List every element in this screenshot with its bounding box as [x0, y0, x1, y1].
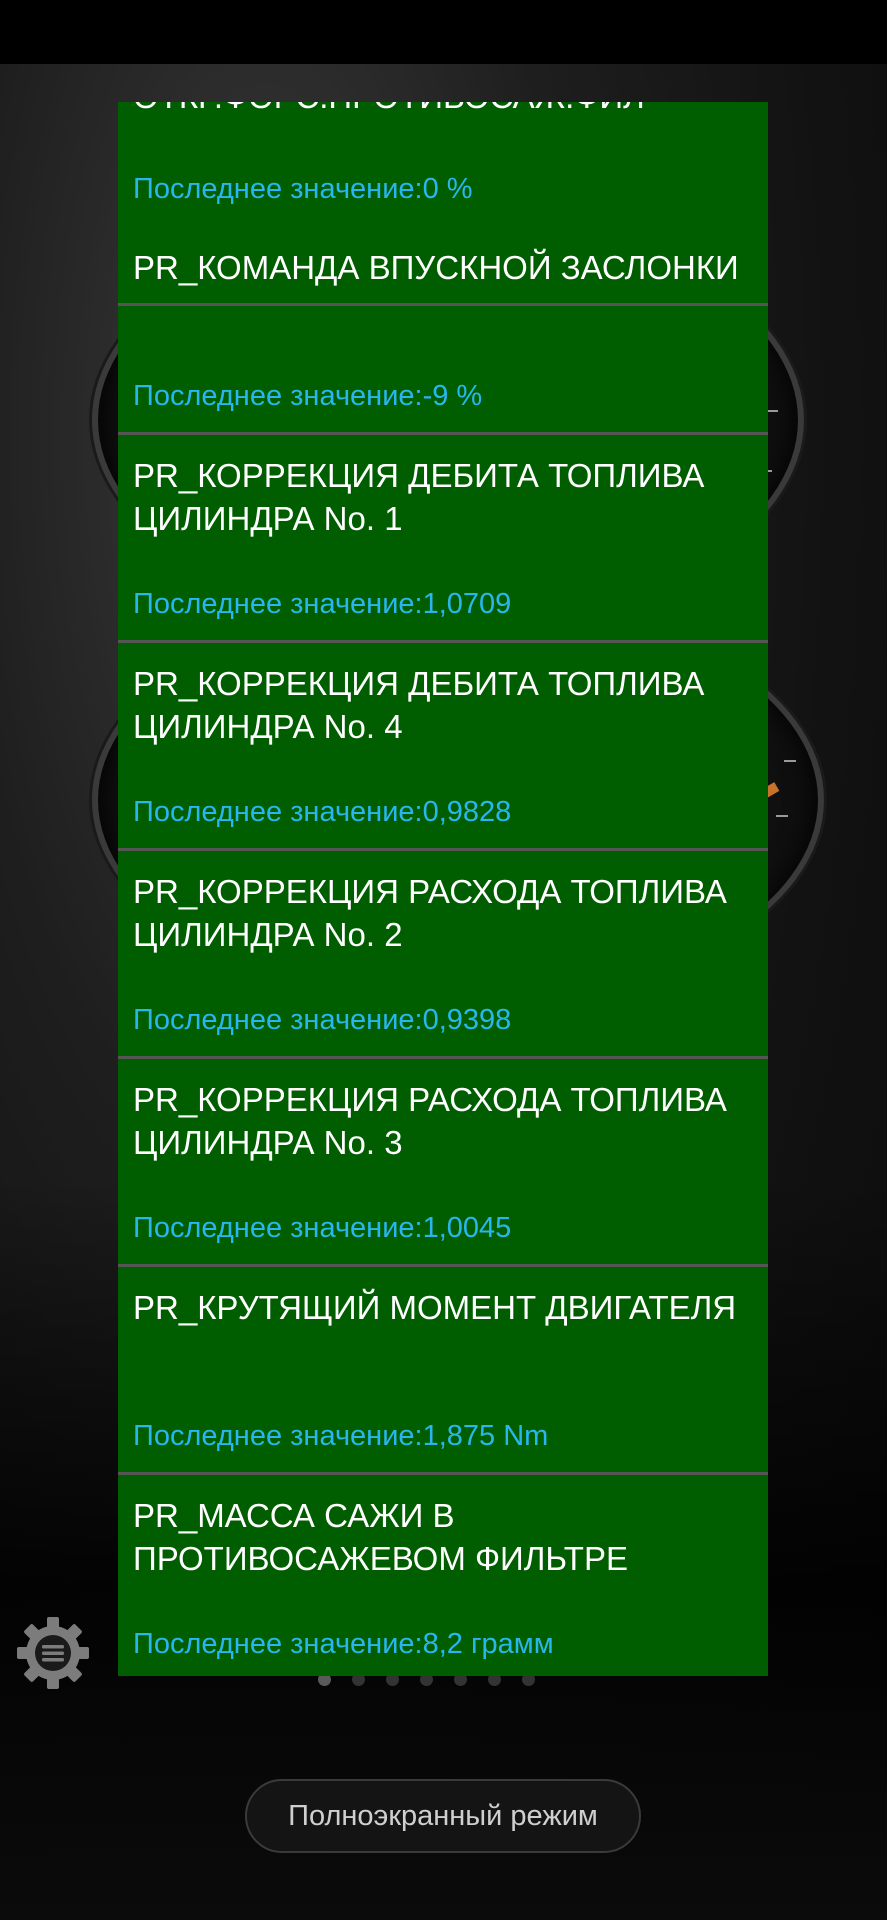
parameter-last-value: Последнее значение:1,875 Nm — [133, 1420, 549, 1452]
parameter-last-value: Последнее значение:0,9828 — [133, 796, 512, 828]
gear-menu-icon — [17, 1617, 89, 1689]
fullscreen-mode-button[interactable]: Полноэкранный режим — [245, 1779, 641, 1853]
status-bar — [0, 0, 887, 64]
parameter-last-value: Последнее значение:1,0709 — [133, 588, 512, 620]
parameter-title: PR_КОРРЕКЦИЯ ДЕБИТА ТОПЛИВА ЦИЛИНДРА No.… — [133, 457, 705, 537]
parameter-title: ОТКР.ФОРС.ПРОТИВОСАЖ.ФИЛ — [133, 102, 758, 118]
parameter-title: PR_КОРРЕКЦИЯ РАСХОДА ТОПЛИВА ЦИЛИНДРА No… — [133, 1081, 727, 1161]
list-item[interactable]: PR_КОРРЕКЦИЯ ДЕБИТА ТОПЛИВА ЦИЛИНДРА No.… — [118, 436, 768, 643]
parameter-last-value: Последнее значение:1,0045 — [133, 1212, 512, 1244]
parameter-title: PR_МАССА САЖИ В ПРОТИВОСАЖЕВОМ ФИЛЬТРЕ — [133, 1497, 628, 1577]
list-item[interactable]: PR_КОРРЕКЦИЯ РАСХОДА ТОПЛИВА ЦИЛИНДРА No… — [118, 1060, 768, 1267]
parameter-list[interactable]: ОТКР.ФОРС.ПРОТИВОСАЖ.ФИЛ Последнее значе… — [118, 102, 768, 1676]
parameter-title: PR_КРУТЯЩИЙ МОМЕНТ ДВИГАТЕЛЯ — [133, 1289, 737, 1326]
parameter-title: PR_КОРРЕКЦИЯ РАСХОДА ТОПЛИВА ЦИЛИНДРА No… — [133, 873, 727, 953]
parameter-last-value: Последнее значение:-9 % — [133, 380, 483, 412]
parameter-title: PR_КОРРЕКЦИЯ ДЕБИТА ТОПЛИВА ЦИЛИНДРА No.… — [133, 665, 705, 745]
parameter-last-value: Последнее значение:8,2 грамм — [133, 1628, 554, 1660]
list-item[interactable]: PR_КОРРЕКЦИЯ ДЕБИТА ТОПЛИВА ЦИЛИНДРА No.… — [118, 644, 768, 851]
parameter-last-value: Последнее значение:0,9398 — [133, 1004, 512, 1036]
settings-menu-button[interactable] — [14, 1614, 92, 1692]
parameter-last-value: Последнее значение:0 % — [133, 173, 473, 205]
list-item[interactable]: PR_КОМАНДА ВПУСКНОЙ ЗАСЛОНКИ Последнее з… — [118, 228, 768, 435]
list-item[interactable]: PR_КОРРЕКЦИЯ РАСХОДА ТОПЛИВА ЦИЛИНДРА No… — [118, 852, 768, 1059]
parameter-title: PR_КОМАНДА ВПУСКНОЙ ЗАСЛОНКИ — [133, 249, 739, 286]
list-item[interactable]: PR_КРУТЯЩИЙ МОМЕНТ ДВИГАТЕЛЯ Последнее з… — [118, 1268, 768, 1475]
list-item[interactable]: PR_МАССА САЖИ В ПРОТИВОСАЖЕВОМ ФИЛЬТРЕ П… — [118, 1476, 768, 1676]
